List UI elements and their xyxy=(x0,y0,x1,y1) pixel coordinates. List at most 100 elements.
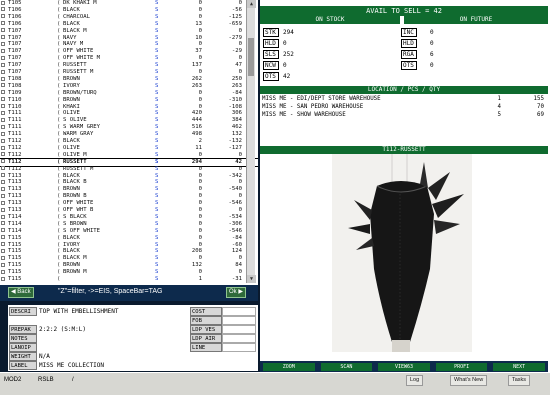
list-row[interactable]: T115(BROWN S 132 84 xyxy=(0,262,258,269)
row-checkbox[interactable] xyxy=(1,0,5,5)
row-checkbox[interactable] xyxy=(1,193,5,198)
list-row[interactable]: T107(BLACK MS00 xyxy=(0,28,258,35)
list-row[interactable]: T114(S BROWN S 0 -306 xyxy=(0,221,258,228)
descri-value[interactable]: TOP WITH EMBELLISHMENT xyxy=(39,307,118,316)
row-checkbox[interactable] xyxy=(1,7,5,12)
row-checkbox[interactable] xyxy=(1,48,5,53)
list-row[interactable]: T107(OFF WHITE S 37 -29 xyxy=(0,48,258,55)
list-row[interactable]: T110(KHAKI S 0 -108 xyxy=(0,104,258,111)
detail-tab[interactable]: VIEW63 xyxy=(378,363,430,371)
row-checkbox[interactable] xyxy=(1,117,5,122)
row-checkbox[interactable] xyxy=(1,104,5,109)
whats-new-button[interactable]: What's New xyxy=(450,375,488,386)
row-checkbox[interactable] xyxy=(1,97,5,102)
row-checkbox[interactable] xyxy=(1,76,5,81)
row-checkbox[interactable] xyxy=(1,145,5,150)
taskbar-item[interactable]: RSLB xyxy=(38,376,54,385)
cost-field-input[interactable] xyxy=(222,307,256,316)
detail-tab[interactable]: PROFI xyxy=(435,363,488,371)
list-row[interactable]: T111(WARM GRAY S 498 132 xyxy=(0,131,258,138)
taskbar-item[interactable]: MOD2 xyxy=(4,376,21,385)
list-row[interactable]: T111(S WARM GREY S 516 462 xyxy=(0,124,258,131)
list-row[interactable]: T106(CHARCOAL S 0 -125 xyxy=(0,14,258,21)
list-row[interactable]: T114(S OFF WHITE S 0 -546 xyxy=(0,228,258,235)
cost-field-input[interactable] xyxy=(222,325,256,334)
row-checkbox[interactable] xyxy=(1,28,5,33)
row-checkbox[interactable] xyxy=(1,249,5,254)
list-row[interactable]: T108(IVORY S 263 263 xyxy=(0,83,258,90)
list-row[interactable]: T107(RUSSETT MS00 xyxy=(0,69,258,76)
list-row[interactable]: T106(BLACK S 0 -56 xyxy=(0,7,258,14)
location-row[interactable]: MISS ME - SAN PEDRO WAREHOUSE 4 70 xyxy=(262,104,546,111)
list-row[interactable]: T115 (S 1 -31 xyxy=(0,276,258,283)
row-checkbox[interactable] xyxy=(1,214,5,219)
row-checkbox[interactable] xyxy=(1,242,5,247)
list-row[interactable]: T115(BROWN MS00 xyxy=(0,269,258,276)
row-checkbox[interactable] xyxy=(1,69,5,74)
row-checkbox[interactable] xyxy=(1,173,5,178)
detail-tab[interactable]: ZOOM xyxy=(263,363,315,371)
row-checkbox[interactable] xyxy=(1,186,5,191)
row-checkbox[interactable] xyxy=(1,152,5,157)
row-checkbox[interactable] xyxy=(1,269,5,274)
list-row[interactable]: T108(BROWN S 262 250 xyxy=(0,76,258,83)
style-list[interactable]: T105(DK KHAKI M S 0 0 T106(BLACK S 0 -56 T106(CH… xyxy=(0,0,258,285)
row-checkbox[interactable] xyxy=(1,21,5,26)
row-checkbox[interactable] xyxy=(1,255,5,260)
row-checkbox[interactable] xyxy=(1,55,5,60)
list-row[interactable]: T107(RUSSETT S 137 47 xyxy=(0,62,258,69)
list-row[interactable]: T111(S OLIVE S 444 384 xyxy=(0,117,258,124)
prepak-value[interactable]: 2:2:2 (S:M:L) xyxy=(39,325,86,334)
row-checkbox[interactable] xyxy=(1,131,5,136)
row-checkbox[interactable] xyxy=(1,111,5,116)
list-row[interactable]: T115(BLACK S 0 -84 xyxy=(0,235,258,242)
back-button[interactable]: ◀ Back xyxy=(8,287,34,298)
cost-field-input[interactable] xyxy=(222,316,256,325)
tasks-button[interactable]: Tasks xyxy=(508,375,531,386)
row-checkbox[interactable] xyxy=(1,62,5,67)
list-row[interactable]: T115(IVORY S 0 -60 xyxy=(0,242,258,249)
scroll-up-icon[interactable]: ▲ xyxy=(247,0,256,8)
detail-tab[interactable]: NEXT xyxy=(493,363,545,371)
row-checkbox[interactable] xyxy=(1,166,5,171)
row-checkbox[interactable] xyxy=(1,159,5,164)
list-row[interactable]: T107(OFF WHITE MS00 xyxy=(0,55,258,62)
label-value[interactable]: MISS ME COLLECTION xyxy=(39,361,104,370)
list-row[interactable]: T107(NAVY S 10 -279 xyxy=(0,35,258,42)
list-scrollbar[interactable]: ▲ ▼ xyxy=(246,0,256,283)
list-row[interactable]: T112(RUSSETT MS00 xyxy=(0,166,258,173)
cost-field-input[interactable] xyxy=(222,343,256,352)
row-checkbox[interactable] xyxy=(1,262,5,267)
row-checkbox[interactable] xyxy=(1,200,5,205)
list-row[interactable]: T114(S BLACK S 0 -534 xyxy=(0,214,258,221)
row-checkbox[interactable] xyxy=(1,14,5,19)
list-row[interactable]: T113(BROWN BS00 xyxy=(0,193,258,200)
list-row[interactable]: T113(BLACK BS00 xyxy=(0,179,258,186)
scroll-thumb[interactable] xyxy=(248,38,254,76)
row-checkbox[interactable] xyxy=(1,90,5,95)
row-checkbox[interactable] xyxy=(1,235,5,240)
taskbar-item[interactable]: / xyxy=(72,376,74,385)
list-row[interactable]: T113(OFF WHT BS00 xyxy=(0,207,258,214)
detail-tab[interactable]: SCAN xyxy=(320,363,373,371)
list-row[interactable]: T109(BROWN/TURQ S 0 -84 xyxy=(0,90,258,97)
list-row[interactable]: T113(BROWN S 0 -540 xyxy=(0,186,258,193)
list-row[interactable]: T110(BROWN S 0 -310 xyxy=(0,97,258,104)
list-row[interactable]: T113(BLACK S 0 -342 xyxy=(0,173,258,180)
row-checkbox[interactable] xyxy=(1,42,5,46)
row-checkbox[interactable] xyxy=(1,207,5,212)
list-row[interactable]: T112(BLACK S 2 -132 xyxy=(0,138,258,145)
list-row[interactable]: T115(BLACK S 208 124 xyxy=(0,248,258,255)
cost-field-input[interactable] xyxy=(222,334,256,343)
list-row[interactable]: T112(RUSSETT S 294 42 xyxy=(0,157,258,167)
list-row[interactable]: T115(BLACK MS00 xyxy=(0,255,258,262)
list-row[interactable]: T105(DK KHAKI MS00 xyxy=(0,0,258,7)
log-button[interactable]: Log xyxy=(406,375,424,386)
list-row[interactable]: T113(OFF WHITE S 0 -546 xyxy=(0,200,258,207)
list-row[interactable]: T107(NAVY MS00 xyxy=(0,41,258,48)
list-row[interactable]: T111(OLIVE S 420 306 xyxy=(0,110,258,117)
row-checkbox[interactable] xyxy=(1,221,5,226)
weight-value[interactable]: N/A xyxy=(39,352,50,361)
row-checkbox[interactable] xyxy=(1,138,5,143)
list-row[interactable]: T106(BLACK S 13 -659 xyxy=(0,21,258,28)
